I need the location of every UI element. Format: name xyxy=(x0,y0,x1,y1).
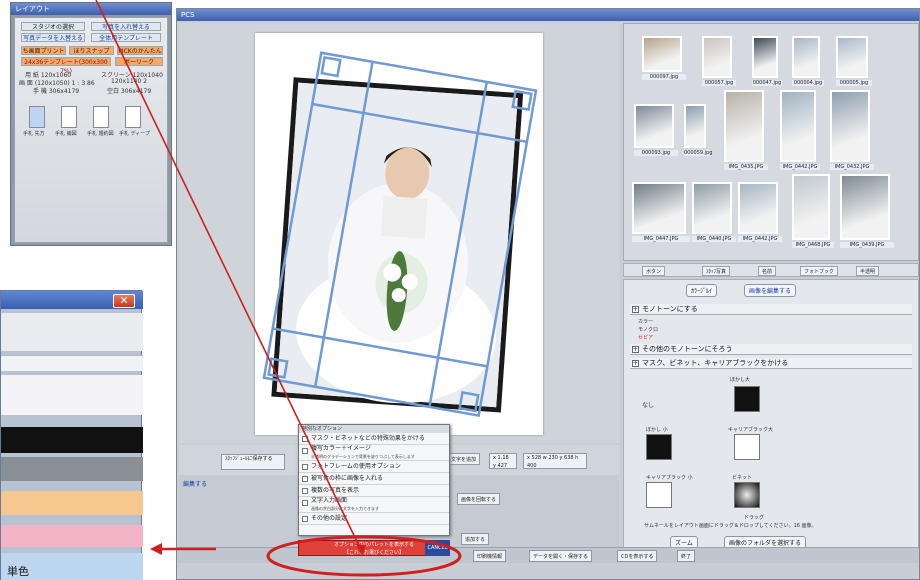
highlight-ellipse xyxy=(266,535,462,577)
pointer-arrowhead xyxy=(150,543,162,555)
callout-arrowhead xyxy=(356,544,366,556)
screenshot-stage: レイアウト スタジオの選択 写真を入れ替える 写真データを入替える 全体用テンプ… xyxy=(0,0,920,580)
callout-line xyxy=(95,0,363,553)
annotation-overlay xyxy=(95,0,462,577)
